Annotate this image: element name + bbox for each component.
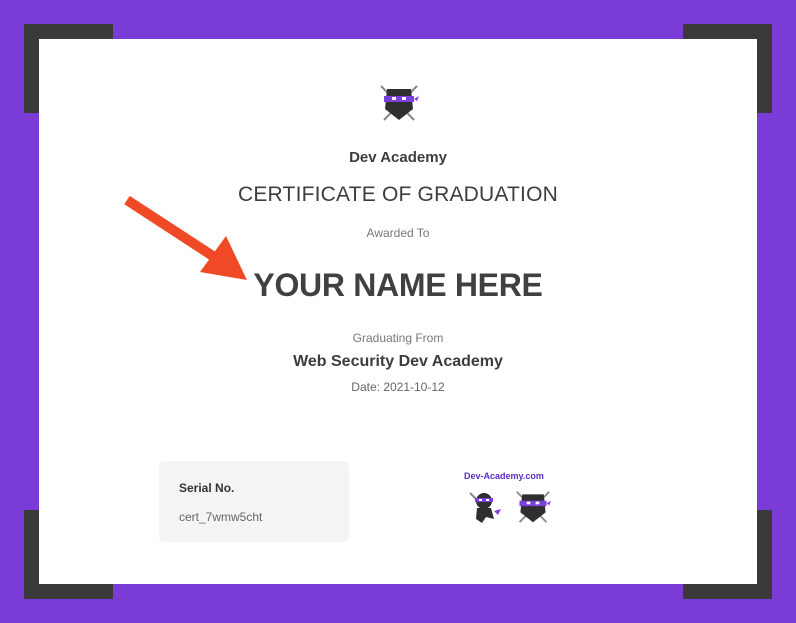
arrow-annotation-icon xyxy=(124,195,247,280)
